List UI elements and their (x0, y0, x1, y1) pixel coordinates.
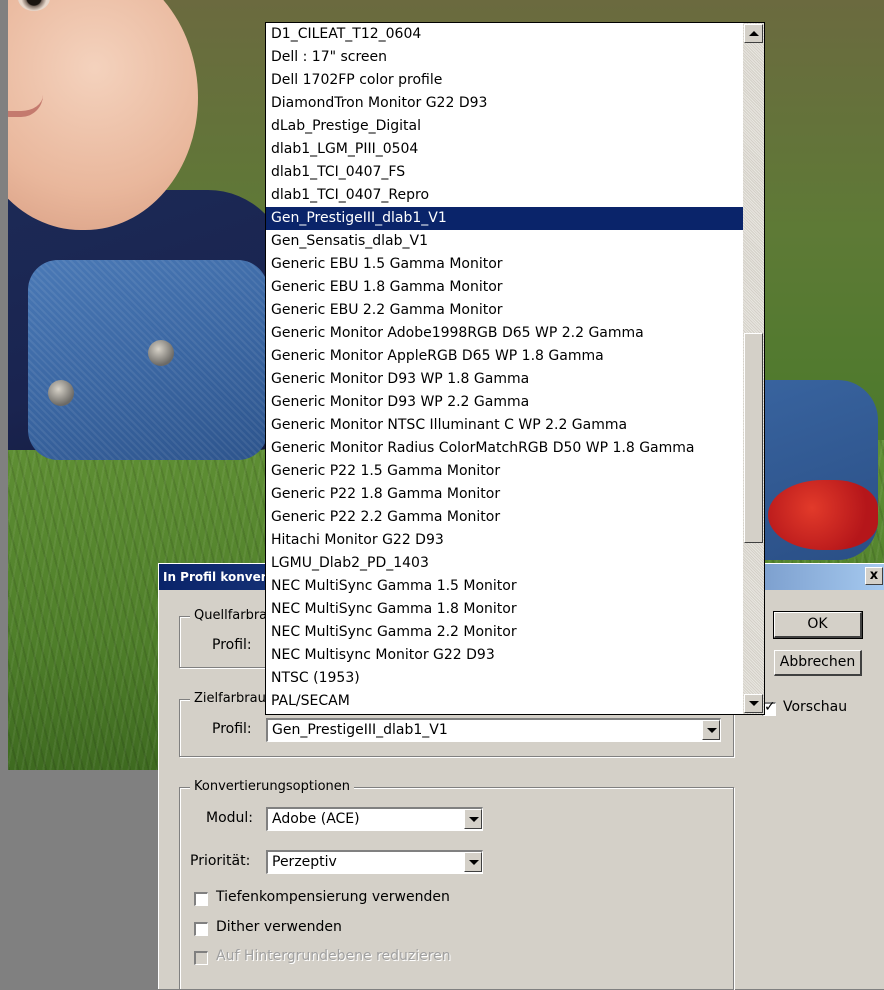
scroll-down-icon[interactable] (744, 694, 763, 713)
profile-option[interactable]: Generic Monitor AppleRGB D65 WP 1.8 Gamm… (266, 345, 743, 368)
profile-option[interactable]: Dell 1702FP color profile (266, 69, 743, 92)
profile-option[interactable]: DiamondTron Monitor G22 D93 (266, 92, 743, 115)
profile-option[interactable]: Generic P22 1.5 Gamma Monitor (266, 460, 743, 483)
profile-dropdown-list[interactable]: D1_CILEAT_T12_0604 Dell : 17" screen Dell … (265, 22, 765, 715)
profile-option[interactable]: LGMU_Dlab2_PD_1403 (266, 552, 743, 575)
red-shoe (768, 480, 878, 550)
profile-option[interactable]: PAL/SECAM (266, 690, 743, 713)
ok-button[interactable]: OK (773, 611, 863, 639)
flatten-label: Auf Hintergrundebene reduzieren (216, 948, 451, 964)
priority-value: Perzeptiv (272, 854, 337, 870)
profile-option[interactable]: dlab1_LGM_PIII_0504 (266, 138, 743, 161)
profile-option[interactable]: dlab1_TCI_0407_Repro (266, 184, 743, 207)
profile-option[interactable]: Generic EBU 2.2 Gamma Monitor (266, 299, 743, 322)
child-overalls (28, 260, 268, 460)
profile-options: D1_CILEAT_T12_0604 Dell : 17" screen Dell … (266, 23, 743, 713)
source-profile-label: Profil: (212, 637, 252, 653)
child-eye (18, 0, 50, 11)
dropdown-scrollbar[interactable] (743, 23, 764, 714)
scrollbar-thumb[interactable] (744, 333, 763, 543)
profile-option[interactable]: Hitachi Monitor G22 D93 (266, 529, 743, 552)
profile-option[interactable]: Generic Monitor NTSC Illuminant C WP 2.2… (266, 414, 743, 437)
close-button[interactable]: x (865, 567, 883, 585)
conversion-options-legend: Konvertierungsoptionen (190, 779, 355, 794)
profile-option[interactable]: NEC Multisync Monitor G22 D93 (266, 644, 743, 667)
profile-option[interactable]: NEC MultiSync Gamma 1.5 Monitor (266, 575, 743, 598)
profile-option[interactable]: NEC MultiSync Gamma 2.2 Monitor (266, 621, 743, 644)
chevron-down-icon[interactable] (464, 809, 482, 829)
flatten-checkbox (194, 951, 208, 965)
module-label: Modul: (206, 810, 254, 826)
conversion-options-group: Konvertierungsoptionen Modul: Adobe (ACE… (179, 779, 734, 990)
target-profile-label: Profil: (212, 721, 252, 737)
profile-option[interactable]: NTSC (1953) (266, 667, 743, 690)
profile-option[interactable]: Generic Monitor Radius ColorMatchRGB D50… (266, 437, 743, 460)
chevron-down-icon[interactable] (702, 720, 720, 740)
profile-option[interactable]: Dell : 17" screen (266, 46, 743, 69)
priority-select[interactable]: Perzeptiv (266, 850, 483, 874)
dither-checkbox[interactable] (194, 922, 208, 936)
target-profile-select[interactable]: Gen_PrestigeIII_dlab1_V1 (266, 718, 721, 742)
overalls-button (148, 340, 174, 366)
blackpoint-label[interactable]: Tiefenkompensierung verwenden (216, 889, 450, 905)
profile-option[interactable]: Generic Monitor D93 WP 2.2 Gamma (266, 391, 743, 414)
profile-option[interactable]: Gen_Sensatis_dlab_V1 (266, 230, 743, 253)
profile-option[interactable]: Generic Monitor D93 WP 1.8 Gamma (266, 368, 743, 391)
profile-option[interactable]: Generic Monitor Adobe1998RGB D65 WP 2.2 … (266, 322, 743, 345)
blackpoint-checkbox[interactable] (194, 892, 208, 906)
module-select[interactable]: Adobe (ACE) (266, 807, 483, 831)
profile-option[interactable]: D1_CILEAT_T12_0604 (266, 23, 743, 46)
profile-option[interactable]: dlab1_TCI_0407_FS (266, 161, 743, 184)
cancel-button[interactable]: Abbrechen (774, 650, 862, 676)
profile-option[interactable]: Generic EBU 1.5 Gamma Monitor (266, 253, 743, 276)
profile-option[interactable]: dLab_Prestige_Digital (266, 115, 743, 138)
dither-label[interactable]: Dither verwenden (216, 919, 342, 935)
target-profile-value: Gen_PrestigeIII_dlab1_V1 (272, 722, 448, 738)
module-value: Adobe (ACE) (272, 811, 360, 827)
chevron-down-icon[interactable] (464, 852, 482, 872)
overalls-button (48, 380, 74, 406)
child-mouth (8, 95, 43, 117)
priority-label: Priorität: (190, 853, 251, 869)
profile-option[interactable]: Generic P22 1.8 Gamma Monitor (266, 483, 743, 506)
profile-option[interactable]: NEC MultiSync Gamma 1.8 Monitor (266, 598, 743, 621)
profile-option[interactable]: Generic P22 2.2 Gamma Monitor (266, 506, 743, 529)
scroll-up-icon[interactable] (744, 24, 763, 43)
preview-label[interactable]: Vorschau (783, 699, 847, 715)
profile-option[interactable]: Gen_PrestigeIII_dlab1_V1 (266, 207, 743, 230)
profile-option[interactable]: Generic EBU 1.8 Gamma Monitor (266, 276, 743, 299)
